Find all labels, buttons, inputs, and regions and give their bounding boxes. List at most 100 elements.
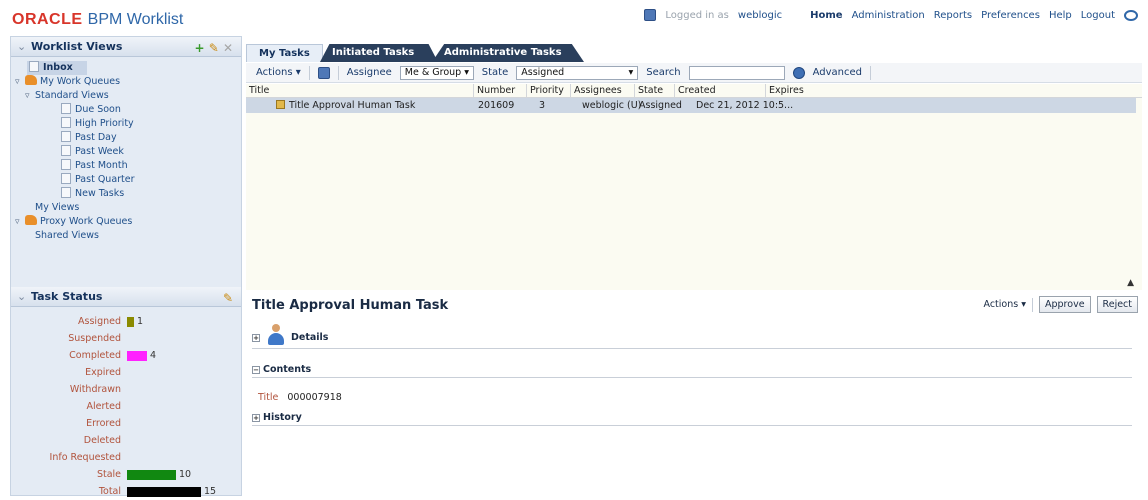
tree-item-label: Inbox xyxy=(43,62,73,73)
tree-item-inbox[interactable]: Inbox xyxy=(27,61,87,75)
tree-item-standard-views[interactable]: ▿ Standard Views xyxy=(11,89,241,103)
state-select[interactable]: Assigned ▾ xyxy=(516,65,639,80)
add-icon[interactable]: + xyxy=(194,41,204,55)
tree-item-my-work-queues[interactable]: ▿ My Work Queues xyxy=(11,75,241,89)
collapse-icon[interactable]: ⌄ xyxy=(17,287,26,307)
refresh-icon[interactable] xyxy=(317,66,330,79)
column-header-assignees[interactable]: Assignees xyxy=(571,84,635,97)
expand-icon[interactable]: ▿ xyxy=(15,75,25,89)
status-bar xyxy=(127,351,147,361)
status-row-info-requested[interactable]: Info Requested xyxy=(11,449,241,466)
expand-icon[interactable]: ▿ xyxy=(15,215,25,229)
status-row-alerted[interactable]: Alerted xyxy=(11,398,241,415)
logout-icon[interactable] xyxy=(1124,9,1138,21)
tab-administrative-tasks[interactable]: Administrative Tasks xyxy=(432,44,584,62)
tree-item-past-quarter[interactable]: Past Quarter xyxy=(11,173,241,187)
detail-actions-menu[interactable]: Actions ▾ xyxy=(984,299,1027,310)
edit-icon[interactable]: ✎ xyxy=(223,288,233,308)
tab-initiated-tasks[interactable]: Initiated Tasks xyxy=(320,44,438,62)
column-header-priority[interactable]: Priority xyxy=(527,84,571,97)
status-label: Assigned xyxy=(78,316,121,327)
column-header-state[interactable]: State xyxy=(635,84,675,97)
status-row-assigned[interactable]: Assigned 1 xyxy=(11,313,241,330)
view-icon xyxy=(61,103,71,114)
status-row-withdrawn[interactable]: Withdrawn xyxy=(11,381,241,398)
edit-icon[interactable]: ✎ xyxy=(209,41,219,55)
history-label: History xyxy=(263,412,302,423)
history-section[interactable]: + History xyxy=(252,412,302,423)
view-icon xyxy=(61,187,71,198)
delete-icon[interactable]: ✕ xyxy=(223,41,233,55)
status-row-deleted[interactable]: Deleted xyxy=(11,432,241,449)
task-toolbar: Actions ▾ Assignee Me & Group ▾ State As… xyxy=(246,63,1142,83)
separator xyxy=(308,65,310,80)
view-icon xyxy=(61,145,71,156)
section-divider xyxy=(252,348,1132,349)
column-header-title[interactable]: Title xyxy=(246,84,474,97)
top-header: ORACLE BPM Worklist Logged in as weblogi… xyxy=(0,0,1148,34)
advanced-search-link[interactable]: Advanced xyxy=(813,67,862,78)
tree-item-past-day[interactable]: Past Day xyxy=(11,131,241,145)
nav-administration[interactable]: Administration xyxy=(852,10,925,21)
tree-item-label: Past Week xyxy=(75,146,124,157)
cell-title[interactable]: Title Approval Human Task xyxy=(246,98,415,113)
splitter-up-icon[interactable]: ▲ xyxy=(1127,278,1134,288)
status-row-completed[interactable]: Completed 4 xyxy=(11,347,241,364)
nav-home[interactable]: Home xyxy=(810,10,842,21)
status-label: Stale xyxy=(96,469,121,480)
cell-expires xyxy=(766,98,770,113)
table-row[interactable]: Title Approval Human Task 201609 3 weblo… xyxy=(246,98,1136,113)
nav-logout[interactable]: Logout xyxy=(1081,10,1115,21)
tree-item-proxy-work-queues[interactable]: ▿ Proxy Work Queues xyxy=(11,215,241,229)
actions-menu[interactable]: Actions ▾ xyxy=(256,67,301,78)
approve-button[interactable]: Approve xyxy=(1039,296,1091,313)
worklist-views-title: Worklist Views xyxy=(31,40,123,53)
search-go-icon[interactable] xyxy=(792,66,805,79)
tree-item-my-views[interactable]: My Views xyxy=(11,201,241,215)
tree-item-high-priority[interactable]: High Priority xyxy=(11,117,241,131)
assignee-select[interactable]: Me & Group ▾ xyxy=(399,65,474,80)
collapse-icon[interactable]: − xyxy=(252,366,260,374)
status-row-stale[interactable]: Stale 10 xyxy=(11,466,241,483)
status-row-suspended[interactable]: Suspended xyxy=(11,330,241,347)
nav-preferences[interactable]: Preferences xyxy=(981,10,1040,21)
nav-help[interactable]: Help xyxy=(1049,10,1072,21)
nav-reports[interactable]: Reports xyxy=(934,10,972,21)
detail-actions: Actions ▾ Approve Reject xyxy=(984,296,1138,313)
title-field-label: Title xyxy=(258,392,279,403)
contents-section[interactable]: − Contents xyxy=(252,364,311,375)
tree-item-new-tasks[interactable]: New Tasks xyxy=(11,187,241,201)
column-header-created[interactable]: Created xyxy=(675,84,766,97)
column-header-expires[interactable]: Expires xyxy=(766,84,1136,97)
column-header-number[interactable]: Number xyxy=(474,84,527,97)
state-label: State xyxy=(481,67,509,78)
section-divider xyxy=(252,377,1132,378)
expand-icon[interactable]: + xyxy=(252,414,260,422)
search-input[interactable] xyxy=(688,65,785,80)
separator xyxy=(337,65,339,80)
status-label: Completed xyxy=(69,350,121,361)
tree-item-past-week[interactable]: Past Week xyxy=(11,145,241,159)
expand-icon[interactable]: ▿ xyxy=(25,89,35,103)
task-status-chart: Assigned 1 Suspended Completed 4 Expired W… xyxy=(11,313,241,500)
status-label: Info Requested xyxy=(49,452,121,463)
status-row-total[interactable]: Total 15 xyxy=(11,483,241,500)
tree-item-label: Shared Views xyxy=(35,230,99,241)
task-status-title: Task Status xyxy=(31,290,103,303)
tree-item-past-month[interactable]: Past Month xyxy=(11,159,241,173)
tree-item-label: Proxy Work Queues xyxy=(40,216,133,227)
collapse-icon[interactable]: ⌄ xyxy=(17,37,26,57)
status-label: Deleted xyxy=(83,435,121,446)
details-section[interactable]: + Details xyxy=(252,324,328,346)
status-bar xyxy=(127,317,134,327)
reject-button[interactable]: Reject xyxy=(1096,296,1138,313)
task-tabs: My Tasks Initiated Tasks Administrative … xyxy=(246,44,1142,62)
tree-item-shared-views[interactable]: Shared Views xyxy=(11,229,241,243)
expand-icon[interactable]: + xyxy=(252,334,260,342)
tree-item-due-soon[interactable]: Due Soon xyxy=(11,103,241,117)
tab-my-tasks[interactable]: My Tasks xyxy=(246,44,323,62)
status-row-expired[interactable]: Expired xyxy=(11,364,241,381)
status-row-errored[interactable]: Errored xyxy=(11,415,241,432)
chevron-down-icon: ▾ xyxy=(628,67,634,78)
left-pane: ⌄ Worklist Views + ✎ ✕ Inbox ▿ My Work Qu… xyxy=(10,36,242,497)
